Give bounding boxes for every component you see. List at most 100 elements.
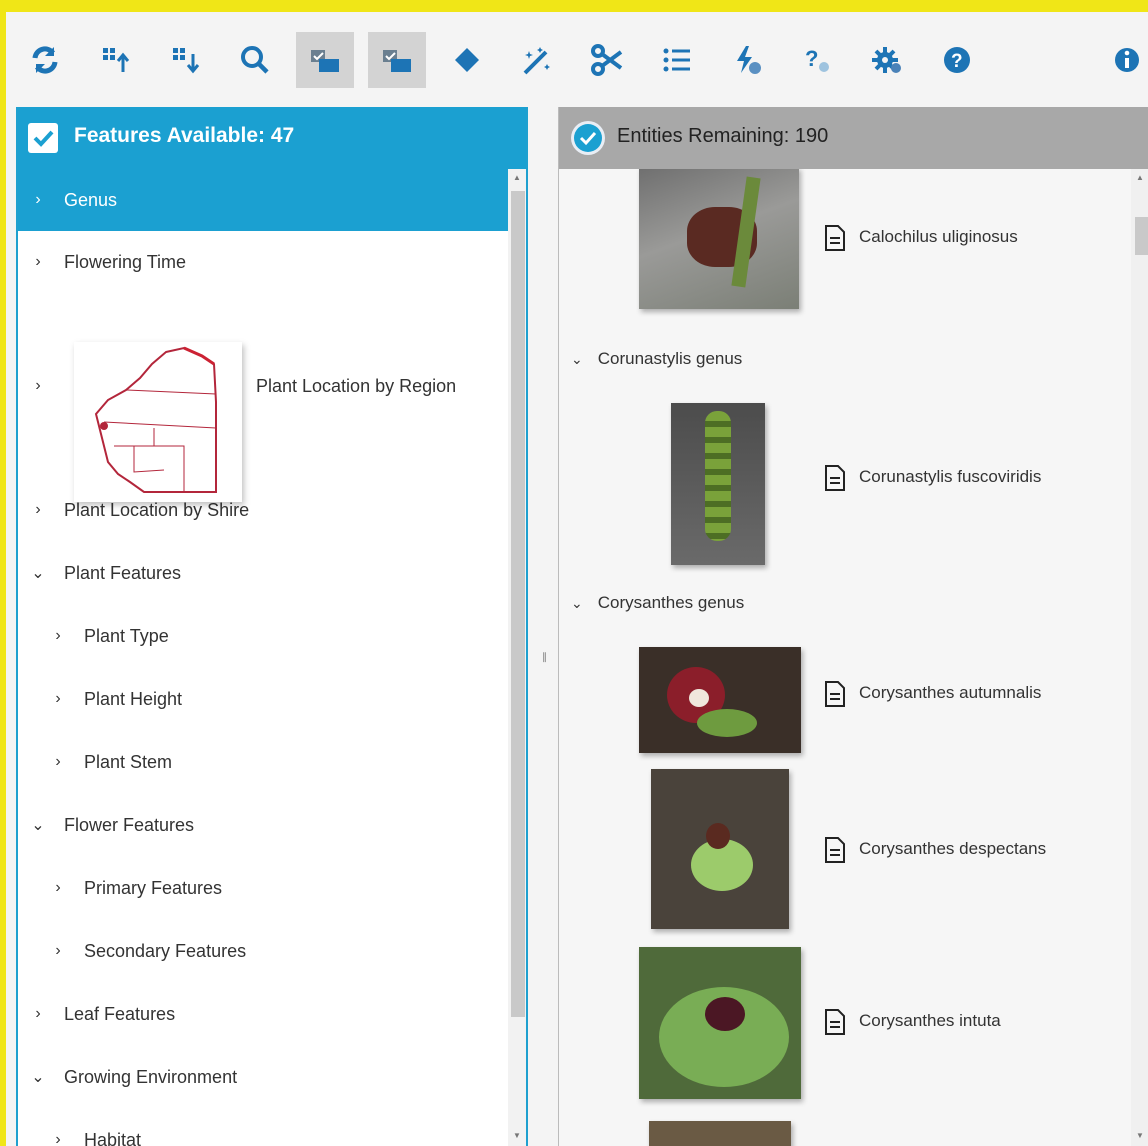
feature-plant-stem[interactable]: › Plant Stem bbox=[18, 731, 508, 793]
svg-text:?: ? bbox=[805, 46, 818, 71]
entity-item[interactable]: Corysanthes autumnalis bbox=[559, 639, 1131, 753]
group-label: Corunastylis genus bbox=[597, 349, 743, 368]
scissors-icon bbox=[591, 44, 623, 76]
scroll-up-icon[interactable]: ▲ bbox=[513, 173, 521, 182]
chevron-right-icon: › bbox=[35, 501, 41, 518]
sort-up-button[interactable] bbox=[86, 32, 144, 88]
sort-down-button[interactable] bbox=[156, 32, 214, 88]
show-images-alt-button[interactable] bbox=[368, 32, 426, 88]
chevron-right-icon: › bbox=[35, 191, 41, 208]
chevron-right-icon: › bbox=[55, 753, 61, 770]
entity-item[interactable]: Calochilus uliginosus bbox=[559, 169, 1131, 314]
corysanthes-intuta-photo bbox=[639, 947, 801, 1099]
entity-item[interactable] bbox=[559, 1119, 1131, 1146]
feature-label: Habitat bbox=[84, 1129, 142, 1146]
check-icon bbox=[33, 130, 54, 147]
group-corysanthes[interactable]: ⌄ Corysanthes genus bbox=[571, 593, 744, 613]
entities-select-all-checkbox[interactable] bbox=[571, 121, 605, 155]
help-button[interactable]: ? bbox=[928, 32, 986, 88]
entities-scrollbar[interactable]: ▲ ▼ bbox=[1131, 169, 1148, 1146]
document-icon bbox=[825, 1009, 845, 1035]
feature-label: Growing Environment bbox=[64, 1066, 238, 1087]
diamond-icon bbox=[455, 48, 479, 72]
app-canvas: ? ? Features Available: 47 › Genus › Flo… bbox=[6, 12, 1148, 1146]
entity-name: Corunastylis fuscoviridis bbox=[859, 467, 1042, 486]
feature-label: Flower Features bbox=[64, 814, 195, 835]
question-small-button[interactable]: ? bbox=[788, 32, 846, 88]
chevron-down-icon: ⌄ bbox=[31, 565, 45, 582]
sort-up-icon bbox=[103, 48, 130, 72]
check-circle-icon bbox=[574, 124, 602, 152]
entities-header: Entities Remaining: 190 bbox=[559, 107, 1148, 169]
chevron-right-icon: › bbox=[55, 690, 61, 707]
entities-panel: Entities Remaining: 190 Calochilus uligi… bbox=[558, 107, 1148, 1146]
feature-leaf-features[interactable]: › Leaf Features bbox=[18, 983, 508, 1045]
entity-item[interactable]: Corunastylis fuscoviridis bbox=[559, 395, 1131, 565]
search-icon bbox=[241, 46, 269, 74]
question-small-icon: ? bbox=[805, 46, 829, 72]
entity-item[interactable]: Corysanthes intuta bbox=[559, 945, 1131, 1105]
scroll-down-icon[interactable]: ▼ bbox=[513, 1131, 521, 1140]
chevron-right-icon: › bbox=[55, 942, 61, 959]
panel-splitter-handle[interactable]: ∥ bbox=[542, 652, 547, 663]
corysanthes-autumnalis-photo bbox=[639, 647, 801, 753]
info-button[interactable] bbox=[1098, 32, 1148, 88]
diamond-button[interactable] bbox=[438, 32, 496, 88]
feature-plant-features[interactable]: ⌄ Plant Features bbox=[18, 542, 508, 604]
group-label: Corysanthes genus bbox=[597, 593, 745, 612]
entity-name: Corysanthes intuta bbox=[859, 1011, 1001, 1030]
group-corunastylis[interactable]: ⌄ Corunastylis genus bbox=[571, 349, 742, 369]
feature-flowering-time[interactable]: › Flowering Time bbox=[18, 231, 508, 293]
features-title: Features Available: 47 bbox=[74, 124, 295, 147]
feature-growing-environment[interactable]: ⌄ Growing Environment bbox=[18, 1046, 508, 1108]
feature-genus[interactable]: › Genus bbox=[18, 169, 508, 231]
entities-scrollbar-thumb[interactable] bbox=[1135, 217, 1148, 255]
window-frame-top bbox=[0, 0, 1148, 12]
document-icon bbox=[825, 681, 845, 707]
chevron-right-icon: › bbox=[35, 377, 41, 394]
image-check-alt-icon bbox=[383, 50, 411, 72]
corunastylis-photo bbox=[671, 403, 765, 565]
chevron-right-icon: › bbox=[55, 879, 61, 896]
document-icon bbox=[825, 225, 845, 251]
feature-habitat[interactable]: › Habitat bbox=[18, 1109, 508, 1146]
list-button[interactable] bbox=[648, 32, 706, 88]
list-icon bbox=[663, 48, 690, 72]
chevron-down-icon: ⌄ bbox=[571, 351, 583, 367]
sort-down-icon bbox=[173, 48, 200, 74]
magic-wand-icon bbox=[523, 47, 550, 75]
feature-label: Plant Stem bbox=[84, 751, 173, 772]
features-scrollbar[interactable]: ▲ ▼ bbox=[508, 169, 526, 1146]
show-images-button[interactable] bbox=[296, 32, 354, 88]
search-button[interactable] bbox=[226, 32, 284, 88]
settings-button[interactable] bbox=[858, 32, 916, 88]
entity-item[interactable]: Corysanthes despectans bbox=[559, 765, 1131, 930]
document-icon bbox=[825, 837, 845, 863]
scroll-down-icon[interactable]: ▼ bbox=[1136, 1131, 1144, 1140]
scroll-up-icon[interactable]: ▲ bbox=[1136, 173, 1144, 182]
gear-icon bbox=[872, 47, 901, 73]
features-header: Features Available: 47 bbox=[18, 107, 526, 169]
entity-name: Corysanthes autumnalis bbox=[859, 683, 1042, 702]
feature-secondary-features[interactable]: › Secondary Features bbox=[18, 920, 508, 982]
chevron-down-icon: ⌄ bbox=[31, 817, 45, 834]
help-icon: ? bbox=[944, 47, 970, 73]
feature-plant-height[interactable]: › Plant Height bbox=[18, 668, 508, 730]
lightning-check-button[interactable] bbox=[718, 32, 776, 88]
next-entity-photo bbox=[649, 1121, 791, 1146]
refresh-button[interactable] bbox=[16, 32, 74, 88]
features-select-all-checkbox[interactable] bbox=[28, 123, 58, 153]
feature-flower-features[interactable]: ⌄ Flower Features bbox=[18, 794, 508, 856]
chevron-right-icon: › bbox=[35, 1005, 41, 1022]
entity-name: Corysanthes despectans bbox=[859, 839, 1047, 858]
feature-plant-type[interactable]: › Plant Type bbox=[18, 605, 508, 667]
info-icon bbox=[1115, 48, 1139, 72]
refresh-icon bbox=[32, 46, 58, 74]
feature-primary-features[interactable]: › Primary Features bbox=[18, 857, 508, 919]
magic-wand-button[interactable] bbox=[508, 32, 566, 88]
features-scrollbar-thumb[interactable] bbox=[511, 191, 525, 1017]
entities-title: Entities Remaining: 190 bbox=[617, 125, 829, 147]
feature-label: Secondary Features bbox=[84, 940, 247, 961]
scissors-button[interactable] bbox=[578, 32, 636, 88]
svg-text:?: ? bbox=[951, 51, 963, 72]
